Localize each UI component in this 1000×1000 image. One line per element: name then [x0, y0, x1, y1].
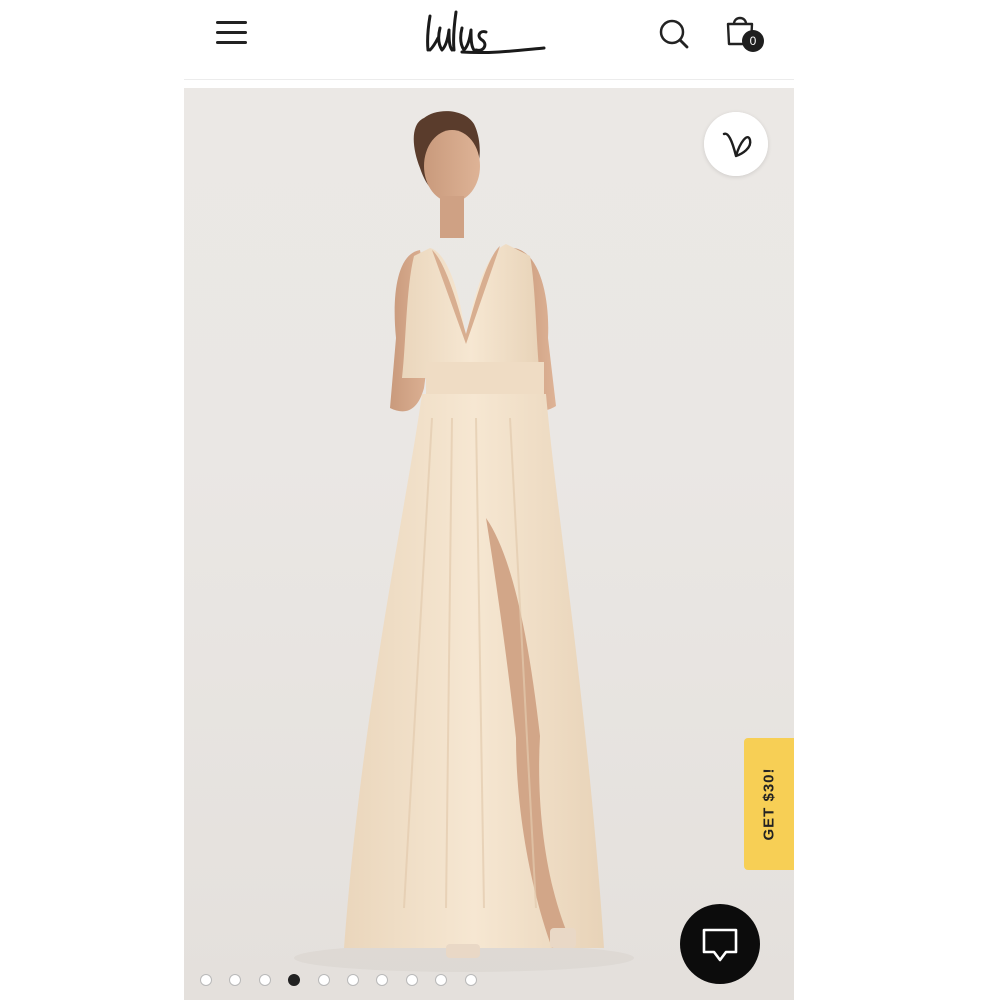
promo-tab-label: GET $30!: [760, 767, 778, 841]
cart-count-badge: 0: [742, 30, 764, 52]
chat-button[interactable]: [680, 904, 760, 984]
heart-icon[interactable]: [704, 112, 768, 176]
site-header: 0: [184, 0, 794, 80]
promo-tab[interactable]: GET $30!: [744, 738, 794, 870]
carousel-dot[interactable]: [258, 974, 271, 986]
carousel-dot[interactable]: [464, 974, 477, 986]
product-photo: [294, 111, 634, 972]
hamburger-menu-icon[interactable]: [216, 20, 248, 46]
lulus-logo[interactable]: [422, 2, 552, 62]
product-image-gallery[interactable]: GET $30!: [184, 88, 794, 1000]
carousel-dot[interactable]: [405, 974, 418, 986]
carousel-dot[interactable]: [200, 974, 212, 986]
carousel-dot[interactable]: [317, 974, 330, 986]
search-icon[interactable]: [656, 16, 692, 52]
chat-bubble-icon: [702, 928, 738, 962]
carousel-dot[interactable]: [347, 974, 359, 986]
shopping-bag-button[interactable]: 0: [724, 12, 768, 56]
